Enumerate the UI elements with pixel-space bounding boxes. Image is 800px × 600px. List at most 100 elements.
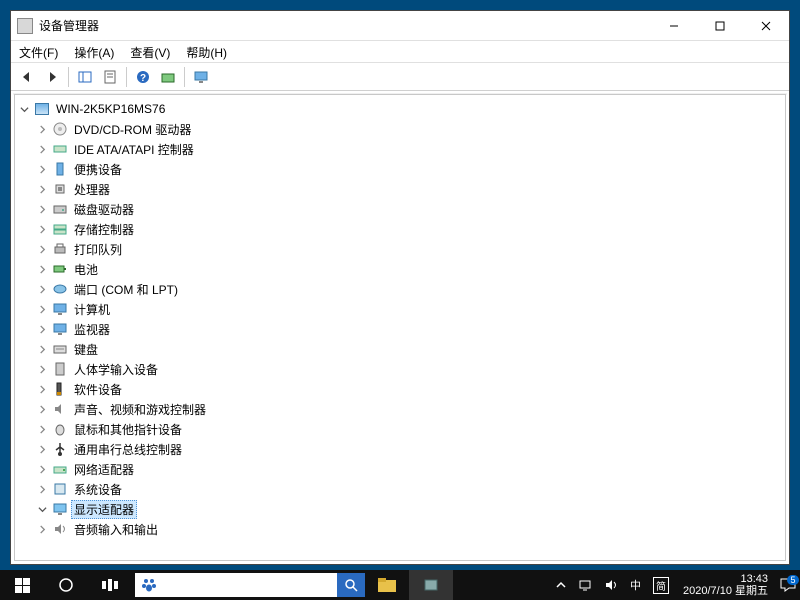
search-icon[interactable] — [337, 573, 365, 597]
toolbar: ? — [11, 63, 789, 91]
tree-node[interactable]: 便携设备 — [15, 159, 785, 179]
menu-view[interactable]: 查看(V) — [122, 41, 178, 62]
chevron-right-icon[interactable] — [35, 465, 49, 474]
chevron-right-icon[interactable] — [35, 485, 49, 494]
port-icon — [52, 281, 68, 297]
tree-node-label: IDE ATA/ATAPI 控制器 — [71, 140, 197, 159]
chevron-right-icon[interactable] — [35, 445, 49, 454]
menu-file[interactable]: 文件(F) — [11, 41, 66, 62]
tree-node[interactable]: 处理器 — [15, 179, 785, 199]
task-view-button[interactable] — [88, 570, 132, 600]
device-manager-taskbar-icon[interactable] — [409, 570, 453, 600]
search-input[interactable] — [159, 573, 337, 597]
tree-node[interactable]: 电池 — [15, 259, 785, 279]
tree-node-label: 电池 — [71, 260, 101, 279]
start-button[interactable] — [0, 570, 44, 600]
tree-node[interactable]: 磁盘驱动器 — [15, 199, 785, 219]
scan-hardware-button[interactable] — [156, 65, 180, 89]
tree-root-node[interactable]: WIN-2K5KP16MS76 — [15, 99, 785, 119]
chevron-right-icon[interactable] — [35, 145, 49, 154]
tree-node-label: 存储控制器 — [71, 220, 137, 239]
chevron-right-icon[interactable] — [35, 245, 49, 254]
chevron-right-icon[interactable] — [35, 265, 49, 274]
taskbar-search[interactable] — [135, 573, 365, 597]
ime-label: 中 — [630, 577, 641, 593]
tree-node[interactable]: 声音、视频和游戏控制器 — [15, 399, 785, 419]
storage-icon — [52, 221, 68, 237]
device-manager-window: 设备管理器 文件(F) 操作(A) 查看(V) 帮助(H) ? — [10, 10, 790, 565]
chevron-right-icon[interactable] — [35, 325, 49, 334]
network-icon — [52, 461, 68, 477]
file-explorer-taskbar-icon[interactable] — [365, 570, 409, 600]
tree-node[interactable]: 人体学输入设备 — [15, 359, 785, 379]
network-icon[interactable] — [572, 570, 598, 600]
help-button[interactable]: ? — [131, 65, 155, 89]
tree-node[interactable]: 端口 (COM 和 LPT) — [15, 279, 785, 299]
cpu-icon — [52, 181, 68, 197]
chevron-right-icon[interactable] — [35, 125, 49, 134]
chevron-right-icon[interactable] — [35, 305, 49, 314]
minimize-button[interactable] — [651, 11, 697, 41]
toolbar-separator — [184, 67, 185, 87]
forward-button[interactable] — [40, 65, 64, 89]
tree-node[interactable]: 存储控制器 — [15, 219, 785, 239]
tree-node[interactable]: 显示适配器 — [15, 499, 785, 519]
tree-node-label: 磁盘驱动器 — [71, 200, 137, 219]
back-button[interactable] — [15, 65, 39, 89]
chevron-right-icon[interactable] — [35, 165, 49, 174]
keyboard-icon — [52, 341, 68, 357]
audio-icon — [52, 521, 68, 537]
clock-time: 13:43 — [683, 573, 768, 585]
tree-node[interactable]: 网络适配器 — [15, 459, 785, 479]
menu-action[interactable]: 操作(A) — [66, 41, 122, 62]
disc-icon — [52, 121, 68, 137]
device-tree[interactable]: WIN-2K5KP16MS76 DVD/CD-ROM 驱动器IDE ATA/AT… — [13, 93, 787, 562]
tree-node[interactable]: IDE ATA/ATAPI 控制器 — [15, 139, 785, 159]
menu-help[interactable]: 帮助(H) — [178, 41, 235, 62]
volume-icon[interactable] — [598, 570, 624, 600]
tree-node[interactable]: 打印队列 — [15, 239, 785, 259]
cortana-button[interactable] — [44, 570, 88, 600]
maximize-button[interactable] — [697, 11, 743, 41]
chevron-right-icon[interactable] — [35, 185, 49, 194]
tree-node[interactable]: 鼠标和其他指针设备 — [15, 419, 785, 439]
tree-node[interactable]: 键盘 — [15, 339, 785, 359]
chevron-right-icon[interactable] — [35, 205, 49, 214]
tree-node[interactable]: 通用串行总线控制器 — [15, 439, 785, 459]
ide-icon — [52, 141, 68, 157]
tree-node[interactable]: 音频输入和输出 — [15, 519, 785, 539]
tree-node-label: 系统设备 — [71, 480, 125, 499]
chevron-down-icon[interactable] — [35, 505, 49, 514]
tree-node-label: 计算机 — [71, 300, 113, 319]
chevron-right-icon[interactable] — [35, 525, 49, 534]
close-button[interactable] — [743, 11, 789, 41]
tray-overflow-icon[interactable] — [550, 570, 572, 600]
taskbar-clock[interactable]: 13:43 2020/7/10 星期五 — [675, 573, 776, 597]
window-controls — [651, 11, 789, 41]
chevron-down-icon[interactable] — [17, 105, 31, 114]
toolbar-separator — [68, 67, 69, 87]
chevron-right-icon[interactable] — [35, 225, 49, 234]
tree-node[interactable]: 软件设备 — [15, 379, 785, 399]
tree-node[interactable]: 计算机 — [15, 299, 785, 319]
chevron-right-icon[interactable] — [35, 285, 49, 294]
usb-icon — [52, 441, 68, 457]
tree-node-label: 人体学输入设备 — [71, 360, 161, 379]
ime-mode-indicator[interactable]: 简 — [647, 570, 675, 600]
printer-icon — [52, 241, 68, 257]
chevron-right-icon[interactable] — [35, 405, 49, 414]
monitor-button[interactable] — [189, 65, 213, 89]
chevron-right-icon[interactable] — [35, 365, 49, 374]
chevron-right-icon[interactable] — [35, 345, 49, 354]
tree-node[interactable]: 监视器 — [15, 319, 785, 339]
tree-node[interactable]: DVD/CD-ROM 驱动器 — [15, 119, 785, 139]
tree-node[interactable]: 系统设备 — [15, 479, 785, 499]
chevron-right-icon[interactable] — [35, 425, 49, 434]
clock-date: 2020/7/10 星期五 — [683, 585, 768, 597]
battery-icon — [52, 261, 68, 277]
properties-button[interactable] — [98, 65, 122, 89]
ime-indicator[interactable]: 中 — [624, 570, 647, 600]
show-hide-tree-button[interactable] — [73, 65, 97, 89]
chevron-right-icon[interactable] — [35, 385, 49, 394]
action-center-button[interactable]: 5 — [776, 570, 800, 600]
